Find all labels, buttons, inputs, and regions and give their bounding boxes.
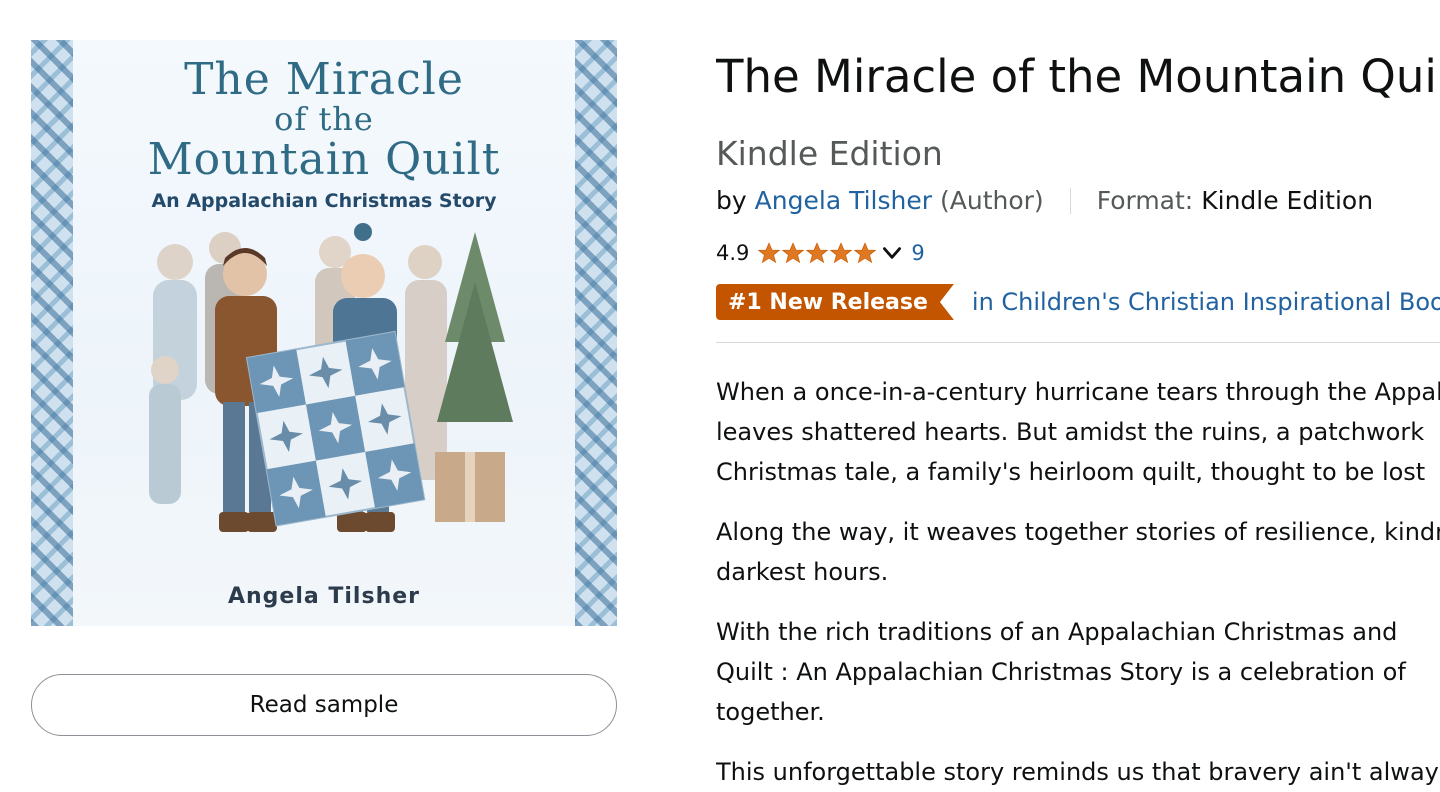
author-role: (Author) [940,186,1044,215]
star-icon [830,242,853,264]
cover-quilt-border-right [575,40,617,626]
byline-divider [1069,187,1071,214]
cover-quilt-border-left [31,40,73,626]
bestseller-badge-row: #1 New Release in Children's Christian I… [716,284,1440,320]
book-description: When a once-in-a-century hurricane tears… [716,372,1440,792]
star-icon [782,242,805,264]
description-paragraph: With the rich traditions of an Appalachi… [716,612,1440,732]
star-icon [806,242,829,264]
description-line: together. [716,698,825,726]
by-label: by [716,186,747,215]
description-line: Quilt : An Appalachian Christmas Story i… [716,658,1406,686]
description-line: Along the way, it weaves together storie… [716,518,1440,546]
description-line: leaves shattered hearts. But amidst the … [716,418,1425,446]
description-line: Christmas tale, a family's heirloom quil… [716,458,1426,486]
format-value: Kindle Edition [1201,186,1374,215]
section-divider [716,342,1440,343]
author-link[interactable]: Angela Tilsher [755,186,932,215]
read-sample-button[interactable]: Read sample [31,674,617,736]
description-line: This unforgettable story reminds us that… [716,758,1440,786]
product-title: The Miracle of the Mountain Quilt [716,50,1440,103]
chevron-down-icon[interactable] [879,240,905,266]
star-icon [854,242,877,264]
cover-subtitle: An Appalachian Christmas Story [151,190,497,212]
rating-value: 4.9 [716,241,750,265]
cover-author: Angela Tilsher [227,584,421,609]
star-icon [758,242,781,264]
badge-category-link[interactable]: in Children's Christian Inspirational Bo… [972,288,1440,316]
description-line: When a once-in-a-century hurricane tears… [716,378,1440,406]
cover-artwork: The Miracle of the Mountain Quilt An App… [73,40,575,626]
description-line: darkest hours. [716,558,889,586]
new-release-badge[interactable]: #1 New Release [716,284,954,320]
cover-illustration [149,223,513,532]
rating-summary[interactable]: 4.9 9 [716,238,925,268]
product-edition: Kindle Edition [716,134,943,173]
description-paragraph: Along the way, it weaves together storie… [716,512,1440,592]
cover-title-line-3: Mountain Quilt [147,134,501,185]
description-line: With the rich traditions of an Appalachi… [716,618,1398,646]
product-details: The Miracle of the Mountain Quilt Kindle… [716,0,1440,792]
format-label: Format: [1096,186,1194,215]
description-paragraph: When a once-in-a-century hurricane tears… [716,372,1440,492]
star-rating[interactable] [757,241,877,265]
cover-title-line-1: The Miracle [184,54,464,105]
book-cover-image[interactable]: The Miracle of the Mountain Quilt An App… [31,40,617,626]
ratings-count-link[interactable]: 9 [911,241,924,265]
cover-title-line-2: of the [274,100,374,138]
description-paragraph: This unforgettable story reminds us that… [716,752,1440,792]
product-page: The Miracle of the Mountain Quilt An App… [0,0,1440,792]
byline: by Angela Tilsher (Author) Format: Kindl… [716,186,1373,215]
